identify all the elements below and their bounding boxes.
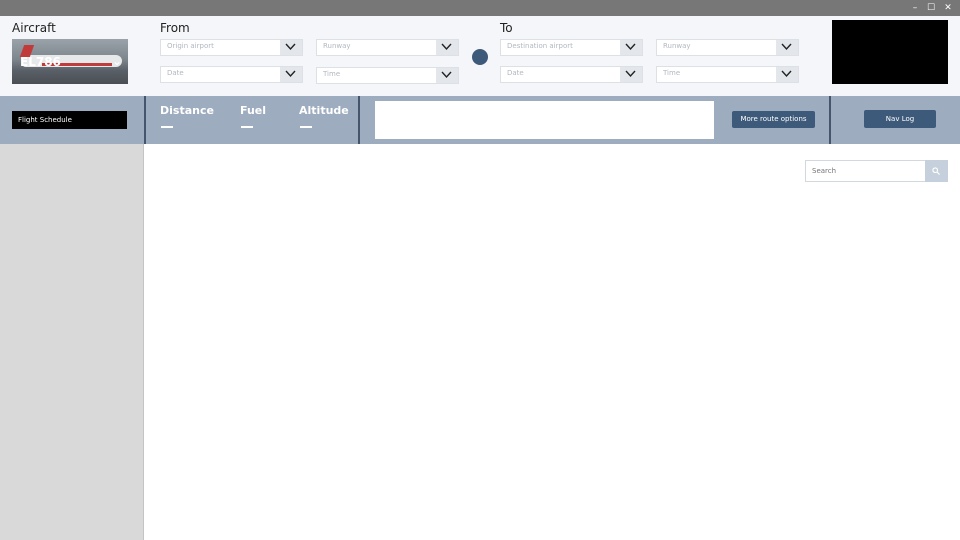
chevron-down-icon: [436, 68, 458, 83]
search-icon: [932, 167, 940, 175]
destination-time-placeholder: Time: [663, 69, 681, 77]
origin-date-select[interactable]: Date: [160, 66, 303, 83]
origin-runway-placeholder: Runway: [323, 42, 351, 50]
origin-time-select[interactable]: Time: [316, 67, 459, 84]
route-display[interactable]: [375, 101, 714, 139]
close-button[interactable]: ✕: [940, 0, 956, 16]
destination-date-placeholder: Date: [507, 69, 524, 77]
aircraft-name: EL786: [20, 55, 61, 69]
aircraft-label: Aircraft: [12, 21, 56, 35]
title-bar: – ☐ ✕: [0, 0, 960, 16]
chevron-down-icon: [280, 40, 302, 55]
chevron-down-icon: [280, 67, 302, 82]
distance-value: [161, 126, 173, 128]
minimize-button[interactable]: –: [907, 0, 923, 16]
chevron-down-icon: [776, 40, 798, 55]
route-map-preview[interactable]: [832, 20, 948, 84]
nav-log-button[interactable]: Nav Log: [864, 110, 936, 128]
origin-airport-select[interactable]: Origin airport: [160, 39, 303, 56]
chevron-down-icon: [776, 67, 798, 82]
destination-runway-placeholder: Runway: [663, 42, 691, 50]
toolbar-divider: [829, 96, 831, 144]
chevron-down-icon: [620, 40, 642, 55]
distance-label: Distance: [160, 104, 214, 117]
more-route-options-button[interactable]: More route options: [732, 111, 815, 128]
sidebar: [0, 144, 144, 540]
chevron-down-icon: ⌄: [111, 54, 122, 68]
destination-date-select[interactable]: Date: [500, 66, 643, 83]
search-button[interactable]: [925, 160, 948, 182]
origin-date-placeholder: Date: [167, 69, 184, 77]
altitude-label: Altitude: [299, 104, 349, 117]
destination-runway-select[interactable]: Runway: [656, 39, 799, 56]
origin-runway-select[interactable]: Runway: [316, 39, 459, 56]
toolbar-divider: [358, 96, 360, 144]
fuel-label: Fuel: [240, 104, 267, 117]
swap-route-button[interactable]: [472, 49, 488, 65]
chevron-down-icon: [620, 67, 642, 82]
toolbar-divider: [144, 96, 146, 144]
aircraft-selector[interactable]: EL786 ⌄: [12, 39, 128, 84]
altitude-value: [300, 126, 312, 128]
flight-schedule-button[interactable]: Flight Schedule: [12, 111, 127, 129]
to-label: To: [500, 21, 513, 35]
destination-airport-placeholder: Destination airport: [507, 42, 573, 50]
from-label: From: [160, 21, 190, 35]
chevron-down-icon: [436, 40, 458, 55]
destination-airport-select[interactable]: Destination airport: [500, 39, 643, 56]
search-input[interactable]: [805, 160, 926, 182]
origin-time-placeholder: Time: [323, 70, 341, 78]
destination-time-select[interactable]: Time: [656, 66, 799, 83]
origin-airport-placeholder: Origin airport: [167, 42, 214, 50]
fuel-value: [241, 126, 253, 128]
maximize-button[interactable]: ☐: [923, 0, 939, 16]
